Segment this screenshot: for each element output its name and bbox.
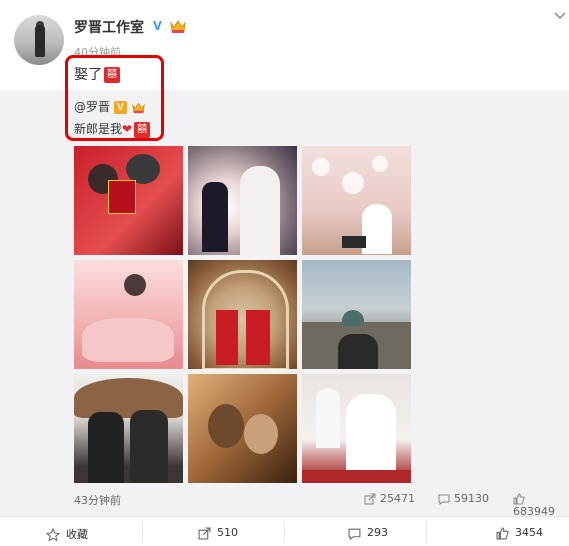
like-button[interactable]: 3454 xyxy=(496,526,543,540)
repost-button[interactable]: 510 xyxy=(198,526,238,540)
comment-button[interactable]: 293 xyxy=(348,526,388,540)
divider xyxy=(142,522,143,542)
photo-4[interactable] xyxy=(74,260,183,369)
chevron-down-icon[interactable] xyxy=(554,8,566,24)
photo-2[interactable] xyxy=(188,146,297,255)
repost-icon xyxy=(364,493,376,505)
favorite-button[interactable]: 收藏 xyxy=(45,526,88,542)
comment-icon xyxy=(438,494,450,505)
repost-icon xyxy=(198,527,211,539)
verified-icon: V xyxy=(150,18,165,33)
comment-icon xyxy=(348,528,361,540)
action-bar: 收藏 510 293 3454 xyxy=(0,516,569,546)
photo-9[interactable] xyxy=(302,374,411,483)
star-icon xyxy=(45,527,61,542)
comment-count: 59130 xyxy=(454,492,489,505)
avatar[interactable] xyxy=(14,15,64,65)
crown-icon xyxy=(170,20,186,33)
repost-count: 25471 xyxy=(380,492,415,505)
repost-stat-comment[interactable]: 59130 xyxy=(438,492,489,505)
divider xyxy=(426,522,427,542)
divider xyxy=(284,522,285,542)
comment-button-count: 293 xyxy=(367,526,388,539)
repost-button-count: 510 xyxy=(217,526,238,539)
like-icon xyxy=(513,493,525,505)
photo-8[interactable] xyxy=(188,374,297,483)
photo-1[interactable] xyxy=(74,146,183,255)
repost-stat-forward[interactable]: 25471 xyxy=(364,492,415,505)
like-button-count: 3454 xyxy=(515,526,543,539)
avatar-figure xyxy=(35,25,45,57)
photo-7[interactable] xyxy=(74,374,183,483)
photo-3[interactable] xyxy=(302,146,411,255)
photo-6[interactable] xyxy=(302,260,411,369)
like-icon xyxy=(496,527,509,539)
repost-time[interactable]: 43分钟前 xyxy=(74,492,121,508)
favorite-label: 收藏 xyxy=(66,528,88,541)
highlight-box xyxy=(65,55,164,141)
author-name[interactable]: 罗晋工作室 xyxy=(74,17,144,37)
repost-stat-like[interactable]: 683949 xyxy=(513,492,569,518)
photo-5[interactable] xyxy=(188,260,297,369)
